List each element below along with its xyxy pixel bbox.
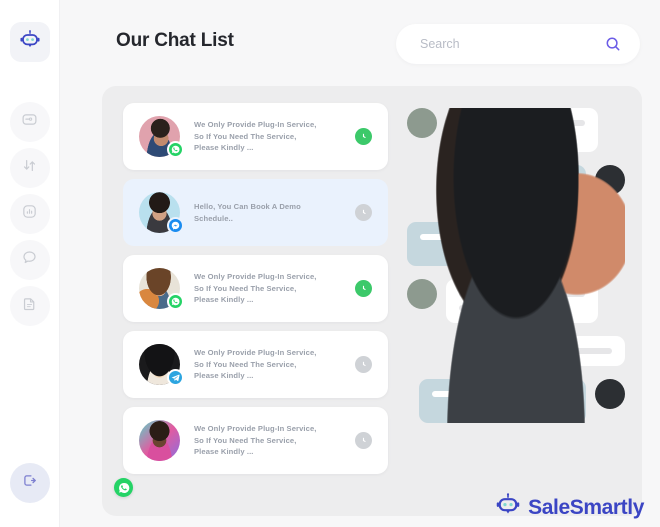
sidebar-item-inbox[interactable] <box>9 102 50 142</box>
logout-icon <box>21 472 38 494</box>
chat-list-item[interactable]: We Only Provide Plug-In Service, So If Y… <box>123 255 388 322</box>
document-icon <box>21 295 38 317</box>
conversation-preview <box>407 108 625 423</box>
chat-list-item[interactable]: Hello, You Can Book A Demo Schedule.. <box>123 179 388 246</box>
clock-icon <box>355 356 372 373</box>
sidebar-item-analytics[interactable] <box>9 194 50 234</box>
whatsapp-icon <box>167 141 184 158</box>
clock-icon <box>355 128 372 145</box>
avatar <box>139 268 184 310</box>
brand-name: SaleSmartly <box>528 495 644 519</box>
chat-list-item[interactable]: We Only Provide Plug-In Service, So If Y… <box>123 103 388 170</box>
chat-message-preview: We Only Provide Plug-In Service, So If Y… <box>194 347 317 381</box>
transfer-icon <box>21 157 38 179</box>
page-title: Our Chat List <box>116 30 234 51</box>
chat-message-preview: We Only Provide Plug-In Service, So If Y… <box>194 119 317 153</box>
chat-panel: We Only Provide Plug-In Service, So If Y… <box>102 86 642 516</box>
clock-icon <box>355 280 372 297</box>
analytics-icon <box>21 203 38 225</box>
robot-icon <box>495 492 521 523</box>
chat-message-preview: We Only Provide Plug-In Service, So If Y… <box>194 271 317 305</box>
chat-list-item[interactable]: We Only Provide Plug-In Service, So If Y… <box>123 407 388 474</box>
telegram-icon <box>167 369 184 386</box>
search-input[interactable] <box>420 37 604 51</box>
sidebar-item-documents[interactable] <box>9 286 50 326</box>
brand-footer: SaleSmartly <box>495 492 644 523</box>
chat-message-preview: Hello, You Can Book A Demo Schedule.. <box>194 201 301 223</box>
avatar <box>139 116 184 158</box>
clock-icon <box>355 204 372 221</box>
avatar <box>407 108 625 423</box>
messenger-icon <box>167 217 184 234</box>
message-row <box>407 108 625 423</box>
avatar <box>139 192 184 234</box>
clock-icon <box>355 432 372 449</box>
search-box[interactable] <box>396 24 640 64</box>
chat-bubble-icon <box>21 249 38 271</box>
inbox-icon <box>21 111 38 133</box>
sidebar-brand-logo[interactable] <box>9 22 50 62</box>
whatsapp-icon <box>167 293 184 310</box>
sidebar-item-chat[interactable] <box>9 240 50 280</box>
sidebar-item-transfer[interactable] <box>9 148 50 188</box>
chat-message-preview: We Only Provide Plug-In Service, So If Y… <box>194 423 317 457</box>
main-content: Our Chat List Search We Only Provide Plu… <box>60 0 660 527</box>
robot-icon <box>19 29 41 56</box>
chat-list: We Only Provide Plug-In Service, So If Y… <box>123 103 388 474</box>
chat-list-item[interactable]: We Only Provide Plug-In Service, So If Y… <box>123 331 388 398</box>
avatar <box>139 420 180 461</box>
avatar <box>139 344 184 386</box>
whatsapp-floating-badge[interactable] <box>114 478 133 497</box>
sidebar <box>0 0 60 527</box>
search-icon[interactable] <box>604 35 622 53</box>
logout-button[interactable] <box>9 463 50 503</box>
